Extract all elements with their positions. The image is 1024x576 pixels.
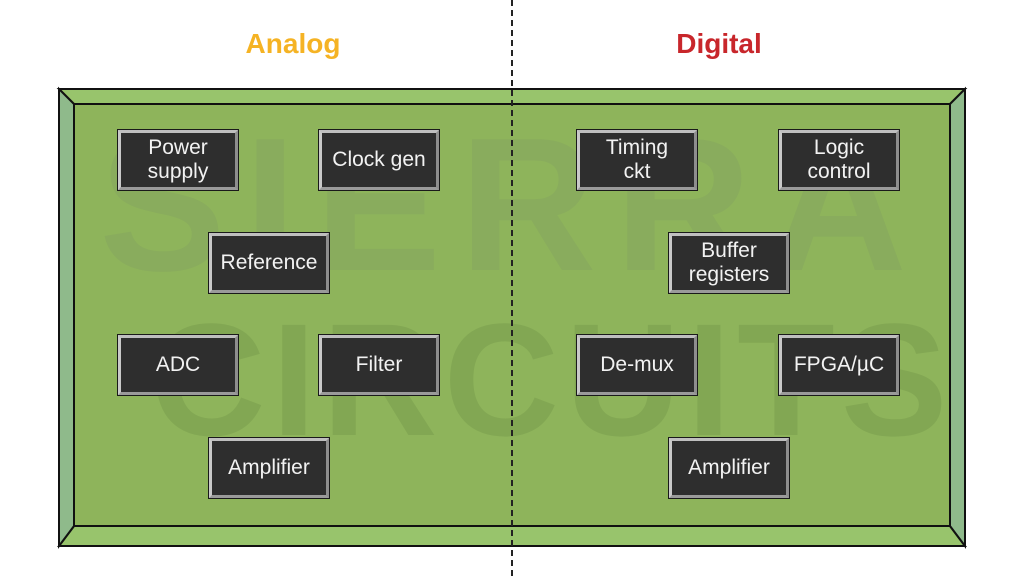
board-bevel-left	[58, 86, 75, 549]
digital-block-amplifier: Amplifier	[668, 437, 790, 499]
block-label-line: Amplifier	[688, 456, 770, 479]
block-label-line: FPGA/µC	[793, 353, 885, 376]
block-label: Clock gen	[332, 148, 425, 172]
block-label-line: Filter	[355, 353, 403, 376]
analog-block-power-supply: Power supply	[117, 129, 239, 191]
digital-block-logic-control: Logic control	[778, 129, 900, 191]
block-label-line: De-mux	[600, 353, 674, 376]
block-label-line: supply	[147, 160, 209, 183]
block-label: Buffer registers	[689, 239, 770, 287]
block-label-line: ckt	[623, 160, 651, 183]
analog-digital-divider	[511, 0, 513, 576]
block-label: De-mux	[600, 353, 674, 377]
block-label-line: Logic	[813, 136, 865, 159]
block-label-line: Reference	[220, 251, 318, 274]
analog-block-clock-gen: Clock gen	[318, 129, 440, 191]
block-label: Filter	[356, 353, 403, 377]
block-label-line: Power	[148, 136, 208, 159]
block-label: ADC	[156, 353, 200, 377]
board-bevel-right	[949, 86, 966, 549]
analog-block-reference: Reference	[208, 232, 330, 294]
analog-block-filter: Filter	[318, 334, 440, 396]
block-label: Amplifier	[228, 456, 310, 480]
block-label: Power supply	[148, 136, 209, 184]
block-label: Logic control	[807, 136, 870, 184]
analog-block-adc: ADC	[117, 334, 239, 396]
block-label: Amplifier	[688, 456, 770, 480]
block-label: FPGA/µC	[794, 353, 884, 377]
digital-block-timing-ckt: Timing ckt	[576, 129, 698, 191]
block-label-line: Timing	[605, 136, 669, 159]
digital-block-buffer-registers: Buffer registers	[668, 232, 790, 294]
block-label: Timing ckt	[606, 136, 668, 184]
block-label-line: registers	[688, 263, 770, 286]
block-label-line: Buffer	[701, 239, 757, 262]
digital-block-fpga-uc: FPGA/µC	[778, 334, 900, 396]
block-label-line: Clock gen	[332, 148, 426, 171]
block-label-line: ADC	[155, 353, 201, 376]
block-label-line: Amplifier	[228, 456, 310, 479]
analog-block-amplifier: Amplifier	[208, 437, 330, 499]
block-label-line: control	[807, 160, 871, 183]
digital-block-de-mux: De-mux	[576, 334, 698, 396]
block-label: Reference	[221, 251, 318, 275]
